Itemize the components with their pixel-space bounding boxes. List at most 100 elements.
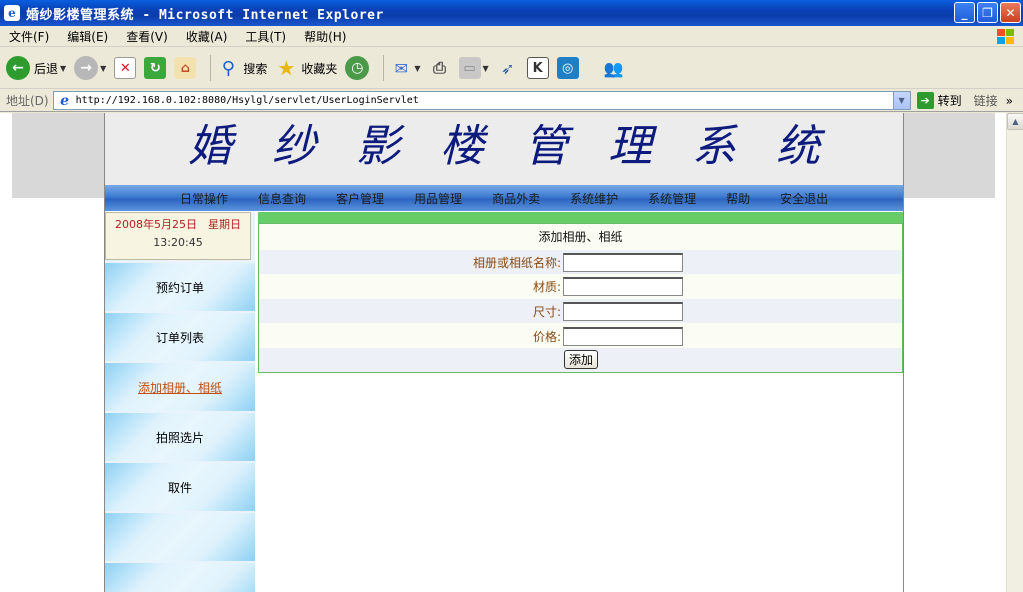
address-label: 地址(D) [6,94,49,108]
forward-arrow-icon: → [74,56,99,80]
history-button[interactable]: ◷ [345,56,370,80]
toolbar-separator [383,55,385,81]
sidebar-item-pickup[interactable]: 取件 [105,463,255,511]
menu-bar: 文件(F) 编辑(E) 查看(V) 收藏(A) 工具(T) 帮助(H) [0,26,1023,47]
links-chevron-icon[interactable]: » [1006,94,1013,108]
refresh-button[interactable]: ↻ [144,57,167,79]
o-button[interactable]: ◎ [556,57,579,79]
nav-goods-sales[interactable]: 商品外卖 [492,190,540,207]
address-input[interactable]: e http://192.168.0.102:8080/Hsylgl/servl… [52,91,911,110]
messenger-bird-button[interactable]: ➶ [497,57,519,79]
nav-help[interactable]: 帮助 [726,190,750,207]
sidebar-item-label: 拍照选片 [155,430,204,445]
menu-help[interactable]: 帮助(H) [295,28,355,45]
date-time-box: 2008年5月25日 星期日 13:20:45 [105,212,251,260]
sidebar-item-label[interactable]: 添加相册、相纸 [138,379,222,396]
edit-dropdown-icon[interactable]: ▼ [483,64,489,73]
forward-dropdown-icon[interactable]: ▼ [100,64,106,73]
address-url[interactable]: http://192.168.0.102:8080/Hsylgl/servlet… [76,95,419,106]
messenger-button[interactable]: 👥 [603,57,625,79]
search-button[interactable]: ⚲ 搜索 [217,57,268,79]
current-date: 2008年5月25日 星期日 [115,218,241,231]
nav-daily[interactable]: 日常操作 [180,190,228,207]
window-titlebar: e 婚纱影楼管理系统 - Microsoft Internet Explorer… [0,0,1023,26]
ie-app-icon: e [4,5,20,21]
field-label-price: 价格: [532,329,561,344]
windows-logo-icon [997,29,1014,44]
address-bar: 地址(D) e http://192.168.0.102:8080/Hsylgl… [0,90,1023,112]
favorites-button[interactable]: ★ 收藏夹 [275,56,338,80]
menu-tools[interactable]: 工具(T) [236,28,295,45]
scroll-up-arrow-icon[interactable]: ▲ [1007,113,1023,130]
sidebar-item-add-album[interactable]: 添加相册、相纸 [105,363,255,411]
go-button[interactable]: ➔ 转到 [916,92,962,109]
current-time: 13:20:45 [153,236,203,249]
favorites-label: 收藏夹 [301,61,338,76]
k-button[interactable]: K [526,57,549,79]
price-input[interactable] [563,326,683,346]
window-title: 婚纱影楼管理系统 - Microsoft Internet Explorer [26,7,384,23]
nav-supplies[interactable]: 用品管理 [414,190,462,207]
mail-dropdown-icon[interactable]: ▼ [414,64,420,73]
sidebar-item-order-list[interactable]: 订单列表 [105,313,255,361]
menu-view[interactable]: 查看(V) [117,28,177,45]
add-album-form: 添加相册、相纸 相册或相纸名称: 材质: 尺寸: 价格: 添加 [258,223,903,373]
sidebar-item-reservation[interactable]: 预约订单 [105,263,255,311]
vertical-scrollbar[interactable]: ▲ [1006,113,1023,592]
edit-button[interactable]: ▭ ▼ [458,57,489,79]
k-logo-icon: K [526,57,549,79]
nav-maintenance[interactable]: 系统维护 [570,190,618,207]
form-row-material: 材质: [259,274,902,298]
print-button[interactable]: ⎙ [429,57,451,79]
o-logo-icon: ◎ [556,57,579,79]
forward-button[interactable]: → ▼ [74,56,106,80]
stop-button[interactable]: ✕ [114,57,137,79]
stop-icon: ✕ [114,57,137,79]
mail-icon: ✉ [394,58,409,78]
close-button[interactable]: ✕ [1000,2,1021,23]
window-controls: _ ❐ ✕ [954,2,1021,23]
refresh-icon: ↻ [144,57,167,79]
form-row-size: 尺寸: [259,299,902,323]
nav-system-admin[interactable]: 系统管理 [648,190,696,207]
search-icon: ⚲ [221,57,235,79]
toolbar: ← 后退 ▼ → ▼ ✕ ↻ ⌂ ⚲ 搜索 ★ 收藏夹 ◷ ✉ ▼ ⎙ ▭ ▼ … [0,48,1023,89]
material-input[interactable] [563,276,683,296]
form-row-name: 相册或相纸名称: [259,250,902,274]
restore-button[interactable]: ❐ [977,2,998,23]
form-row-price: 价格: [259,324,902,348]
size-input[interactable] [563,301,683,321]
printer-icon: ⎙ [433,58,446,77]
address-dropdown-icon[interactable]: ▼ [892,92,910,109]
site-banner: 婚纱影楼管理系统 [105,113,903,185]
album-name-input[interactable] [563,252,683,272]
home-button[interactable]: ⌂ [174,57,197,79]
form-title: 添加相册、相纸 [538,230,623,244]
links-label[interactable]: 链接 [974,92,998,109]
sidebar-item-label: 预约订单 [155,280,204,295]
favorites-star-icon: ★ [277,56,296,80]
back-dropdown-icon[interactable]: ▼ [60,64,66,73]
menu-edit[interactable]: 编辑(E) [58,28,117,45]
menu-file[interactable]: 文件(F) [0,28,58,45]
main-content: 添加相册、相纸 相册或相纸名称: 材质: 尺寸: 价格: 添加 [258,212,903,592]
edit-icon: ▭ [458,57,481,79]
sidebar-item-label: 取件 [167,480,192,495]
nav-logout[interactable]: 安全退出 [780,190,828,207]
back-label: 后退 [34,61,59,76]
add-button[interactable]: 添加 [564,350,598,369]
browser-viewport: 婚纱影楼管理系统 日常操作 信息查询 客户管理 用品管理 商品外卖 系统维护 系… [0,113,1023,592]
page-ie-icon: e [60,92,70,109]
menu-favorites[interactable]: 收藏(A) [177,28,237,45]
sidebar-item-label: 订单列表 [155,330,204,345]
nav-customers[interactable]: 客户管理 [336,190,384,207]
site-title: 婚纱影楼管理系统 [188,121,860,172]
minimize-button[interactable]: _ [954,2,975,23]
mail-button[interactable]: ✉ ▼ [390,57,421,79]
site-container: 婚纱影楼管理系统 日常操作 信息查询 客户管理 用品管理 商品外卖 系统维护 系… [104,113,904,592]
back-button[interactable]: ← 后退 ▼ [6,56,66,80]
sidebar-item-photo-select[interactable]: 拍照选片 [105,413,255,461]
nav-query[interactable]: 信息查询 [258,190,306,207]
messenger-people-icon: 👥 [603,58,624,78]
field-label-name: 相册或相纸名称: [472,255,561,270]
